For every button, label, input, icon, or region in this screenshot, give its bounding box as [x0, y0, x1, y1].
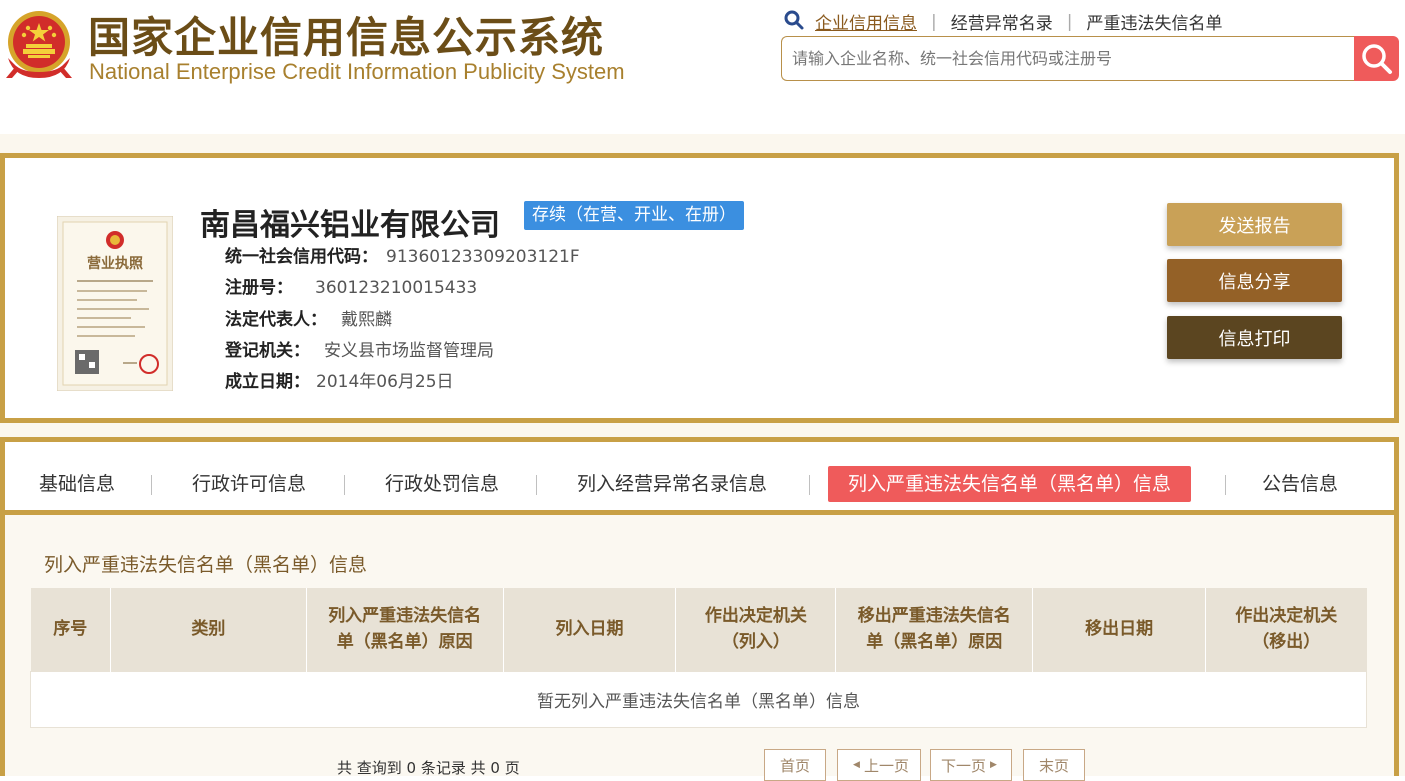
field-label: 统一社会信用代码： — [225, 247, 378, 267]
tab-separator — [151, 475, 152, 495]
col-listing-reason: 列入严重违法失信名 单（黑名单）原因 — [305, 588, 504, 671]
first-page-label: 首页 — [779, 756, 810, 775]
field-registration-authority: 登记机关： 安义县市场监督管理局 — [225, 336, 494, 361]
tab-separator — [809, 475, 810, 495]
field-credit-code: 统一社会信用代码： 91360123309203121F — [225, 242, 580, 267]
field-label: 登记机关： — [225, 341, 310, 361]
search-icon — [1361, 43, 1392, 74]
blacklist-table: 序号 类别 列入严重违法失信名 单（黑名单）原因 列入日期 作出决定机关 （列入） … — [30, 588, 1367, 728]
tab-bar: 基础信息 行政许可信息 行政处罚信息 列入经营异常名录信息 列入严重违法失信名单… — [5, 442, 1394, 515]
top-nav: 企业信用信息 | 经营异常名录 | 严重违法失信名单 — [815, 9, 1222, 35]
tab-separator — [1225, 475, 1226, 495]
national-emblem-icon — [6, 11, 72, 78]
col-listing-date: 列入日期 — [502, 588, 676, 671]
col-index: 序号 — [30, 588, 111, 671]
field-value: 戴熙麟 — [341, 310, 392, 330]
field-establishment-date: 成立日期： 2014年06月25日 — [225, 367, 454, 392]
field-registration-number: 注册号： 360123210015433 — [225, 273, 477, 298]
record-summary: 共 查询到 0 条记录 共 0 页 — [337, 759, 520, 777]
caret-right-icon: ▶ — [990, 760, 997, 770]
nav-separator: | — [1066, 11, 1073, 32]
field-label: 法定代表人： — [225, 310, 327, 330]
next-page-label: 下一页 — [941, 756, 987, 775]
send-report-button[interactable]: 发送报告 — [1167, 203, 1342, 246]
nav-abnormal-list[interactable]: 经营异常名录 — [951, 9, 1053, 34]
tab-abnormal-operation[interactable]: 列入经营异常名录信息 — [577, 466, 767, 502]
search-icon — [784, 10, 804, 30]
prev-page-button[interactable]: ◀ 上一页 — [837, 749, 921, 781]
tab-separator — [536, 475, 537, 495]
search-button[interactable] — [1354, 36, 1399, 81]
tab-announcement[interactable]: 公告信息 — [1262, 466, 1338, 502]
col-removal-authority: 作出决定机关 （移出） — [1205, 588, 1367, 671]
field-value: 2014年06月25日 — [316, 372, 454, 392]
last-page-label: 末页 — [1038, 756, 1069, 775]
company-card: 营业执照 南昌福兴铝业有限公司 存续（在营、开业、在册） 统一社会信用代码： 91… — [0, 153, 1399, 423]
nav-separator: | — [931, 11, 937, 32]
section-title: 列入严重违法失信名单（黑名单）信息 — [44, 554, 368, 576]
detail-panel: 基础信息 行政许可信息 行政处罚信息 列入经营异常名录信息 列入严重违法失信名单… — [0, 437, 1399, 781]
col-removal-reason: 移出严重违法失信名 单（黑名单）原因 — [835, 588, 1033, 671]
nav-serious-violation-list[interactable]: 严重违法失信名单 — [1086, 9, 1222, 34]
field-label: 注册号： — [225, 278, 293, 298]
search-input[interactable] — [782, 37, 1356, 80]
table-header-row: 序号 类别 列入严重违法失信名 单（黑名单）原因 列入日期 作出决定机关 （列入） … — [30, 588, 1367, 671]
company-name: 南昌福兴铝业有限公司 — [200, 208, 500, 243]
last-page-button[interactable]: 末页 — [1023, 749, 1085, 781]
tab-administrative-license[interactable]: 行政许可信息 — [192, 466, 306, 502]
next-page-button[interactable]: 下一页 ▶ — [930, 749, 1012, 781]
tab-basic-info[interactable]: 基础信息 — [39, 466, 115, 502]
tab-administrative-penalty[interactable]: 行政处罚信息 — [385, 466, 499, 502]
tab-serious-violation-blacklist[interactable]: 列入严重违法失信名单（黑名单）信息 — [828, 466, 1192, 502]
share-info-button[interactable]: 信息分享 — [1167, 259, 1342, 302]
table-row: 暂无列入严重违法失信名单（黑名单）信息 — [30, 670, 1367, 728]
license-title: 营业执照 — [87, 255, 143, 272]
first-page-button[interactable]: 首页 — [764, 749, 826, 781]
tab-separator — [344, 475, 345, 495]
col-listing-authority: 作出决定机关 （列入） — [675, 588, 836, 671]
field-label: 成立日期： — [225, 372, 310, 392]
col-category: 类别 — [109, 588, 307, 671]
field-value: 360123210015433 — [315, 278, 478, 298]
prev-page-label: 上一页 — [863, 756, 909, 775]
col-removal-date: 移出日期 — [1032, 588, 1206, 671]
field-value: 安义县市场监督管理局 — [324, 341, 494, 361]
field-value: 91360123309203121F — [386, 247, 580, 267]
caret-left-icon: ◀ — [853, 760, 860, 770]
nav-enterprise-credit[interactable]: 企业信用信息 — [815, 9, 917, 34]
site-title-en: National Enterprise Credit Information P… — [89, 59, 625, 84]
empty-message: 暂无列入严重违法失信名单（黑名单）信息 — [30, 670, 1367, 728]
status-badge: 存续（在营、开业、在册） — [524, 201, 744, 230]
site-header: 国家企业信用信息公示系统 National Enterprise Credit … — [0, 0, 1405, 134]
print-info-button[interactable]: 信息打印 — [1167, 316, 1342, 359]
business-license-image: 营业执照 — [57, 216, 173, 391]
svg-text:营业执照: 营业执照 — [87, 255, 143, 272]
field-legal-representative: 法定代表人： 戴熙麟 — [225, 305, 392, 330]
site-title-cn: 国家企业信用信息公示系统 — [88, 13, 605, 62]
search-box — [781, 36, 1356, 81]
